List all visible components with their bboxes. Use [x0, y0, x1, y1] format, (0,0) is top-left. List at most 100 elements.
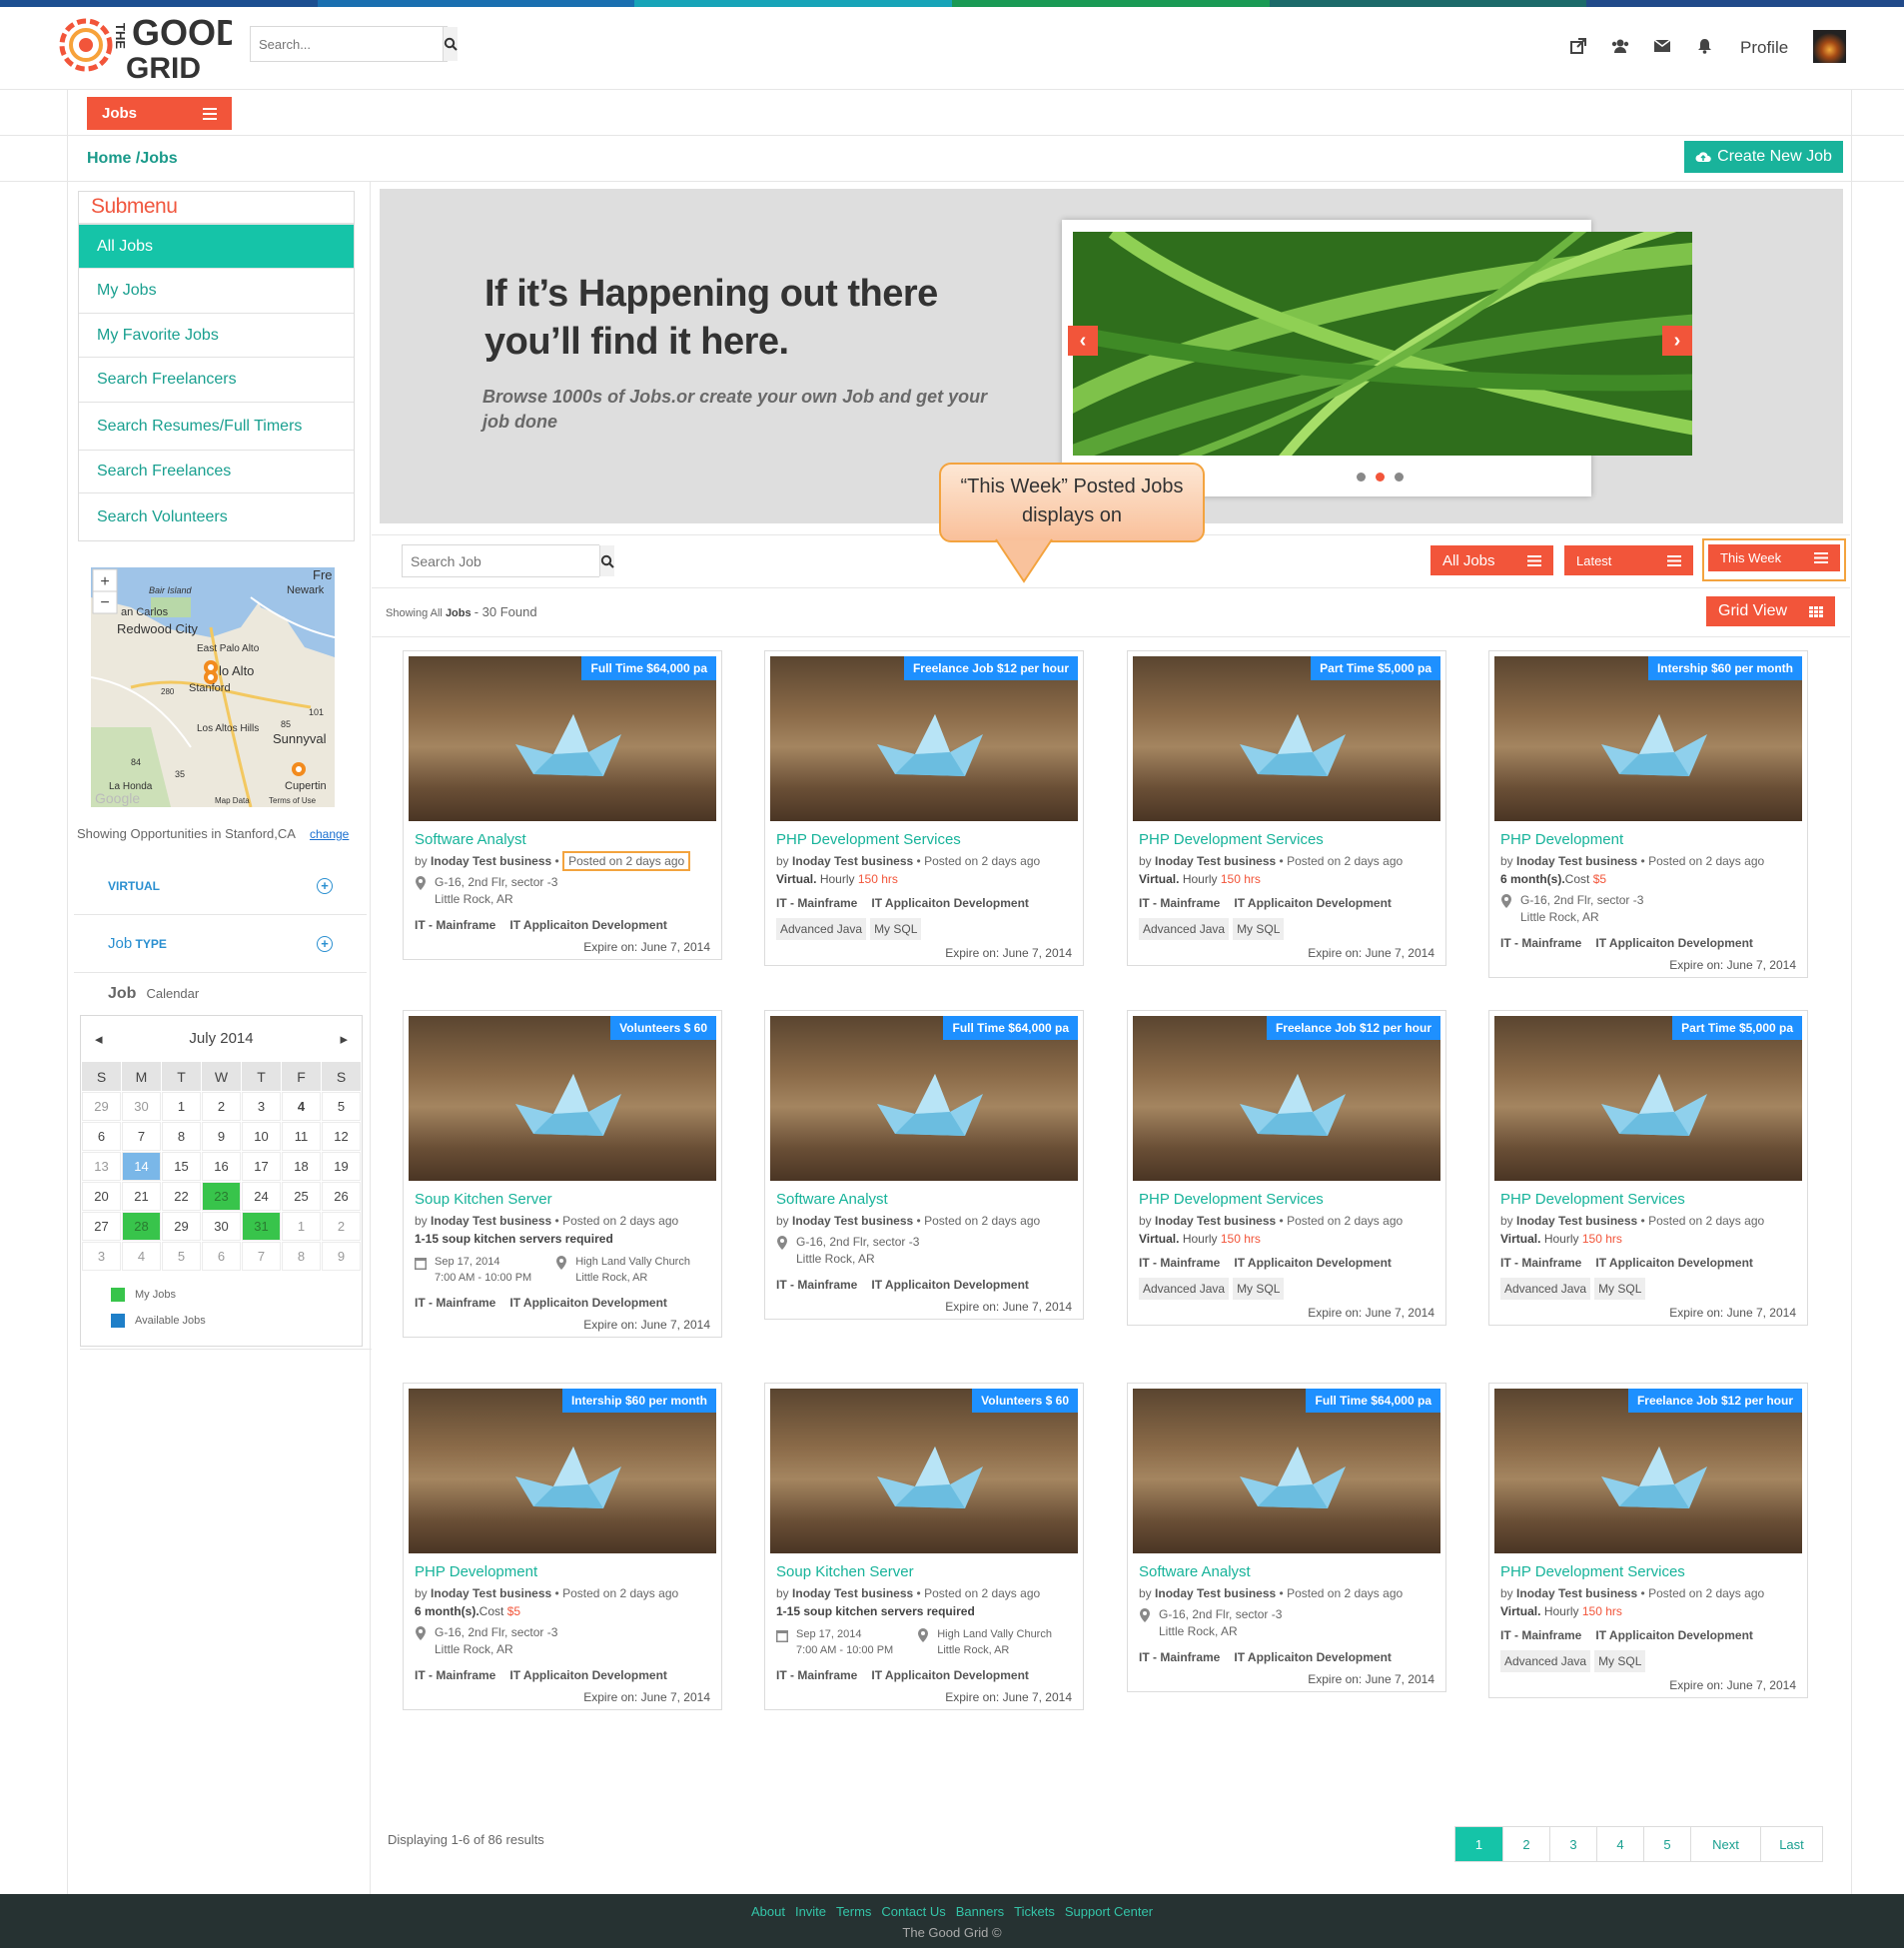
- job-title[interactable]: Software Analyst: [1139, 1563, 1440, 1580]
- job-title[interactable]: Software Analyst: [415, 831, 716, 848]
- job-card[interactable]: Part Time $5,000 pa PHP Development Servi…: [1127, 650, 1446, 966]
- submenu-item-search-freelancers[interactable]: Search Freelancers: [79, 357, 354, 402]
- create-new-job-button[interactable]: Create New Job: [1684, 141, 1843, 173]
- business-name[interactable]: Inoday Test business: [1516, 1214, 1637, 1228]
- business-name[interactable]: Inoday Test business: [792, 854, 913, 868]
- category[interactable]: IT - Mainframe: [776, 1278, 857, 1292]
- avatar[interactable]: [1813, 30, 1846, 63]
- external-link-icon[interactable]: [1568, 36, 1588, 56]
- job-card[interactable]: Volunteers $ 60 Soup Kitchen Server by Ino…: [403, 1010, 722, 1338]
- calendar-day[interactable]: 7: [241, 1241, 282, 1272]
- calendar-day[interactable]: 6: [81, 1121, 122, 1152]
- category[interactable]: IT Applicaiton Development: [1595, 1256, 1753, 1270]
- category[interactable]: IT Applicaiton Development: [871, 1278, 1029, 1292]
- category[interactable]: IT - Mainframe: [1139, 1650, 1220, 1664]
- slider-next-button[interactable]: ›: [1662, 326, 1692, 356]
- filter-this-week[interactable]: This Week: [1708, 544, 1840, 571]
- calendar-day[interactable]: 4: [121, 1241, 162, 1272]
- submenu-item-search-resumes[interactable]: Search Resumes/Full Timers: [79, 402, 354, 450]
- job-search-button[interactable]: [599, 545, 614, 576]
- category[interactable]: IT Applicaiton Development: [871, 896, 1029, 910]
- page-3[interactable]: 3: [1549, 1827, 1596, 1861]
- change-location-link[interactable]: change: [310, 827, 349, 841]
- category[interactable]: IT - Mainframe: [415, 1296, 495, 1310]
- business-name[interactable]: Inoday Test business: [1155, 1214, 1276, 1228]
- calendar-day[interactable]: 26: [321, 1181, 362, 1212]
- calendar-day[interactable]: 2: [201, 1091, 242, 1122]
- bell-icon[interactable]: [1694, 36, 1714, 56]
- calendar-day[interactable]: 24: [241, 1181, 282, 1212]
- footer-link-terms[interactable]: Terms: [836, 1904, 871, 1919]
- category[interactable]: IT - Mainframe: [776, 896, 857, 910]
- skill-tag[interactable]: My SQL: [1233, 1278, 1285, 1300]
- calendar-day[interactable]: 3: [241, 1091, 282, 1122]
- category[interactable]: IT Applicaiton Development: [509, 918, 667, 932]
- job-title[interactable]: PHP Development Services: [1139, 1191, 1440, 1208]
- slider-dot-active[interactable]: [1376, 473, 1385, 482]
- calendar-day[interactable]: 20: [81, 1181, 122, 1212]
- page-1[interactable]: 1: [1455, 1827, 1502, 1861]
- job-title[interactable]: PHP Development Services: [1139, 831, 1440, 848]
- breadcrumb[interactable]: Home /Jobs: [87, 150, 178, 168]
- category[interactable]: IT - Mainframe: [415, 918, 495, 932]
- calendar-day[interactable]: 10: [241, 1121, 282, 1152]
- calendar-day[interactable]: 22: [161, 1181, 202, 1212]
- submenu-item-search-volunteers[interactable]: Search Volunteers: [79, 492, 354, 540]
- job-card[interactable]: Full Time $64,000 pa Software Analyst by I…: [764, 1010, 1084, 1320]
- calendar-day[interactable]: 8: [281, 1241, 322, 1272]
- category[interactable]: IT - Mainframe: [1500, 1628, 1581, 1642]
- skill-tag[interactable]: Advanced Java: [1139, 1278, 1230, 1300]
- footer-link-tickets[interactable]: Tickets: [1014, 1904, 1055, 1919]
- jobs-menu-button[interactable]: Jobs: [87, 97, 232, 130]
- job-title[interactable]: PHP Development Services: [776, 831, 1078, 848]
- skill-tag[interactable]: Advanced Java: [1139, 918, 1230, 940]
- job-card[interactable]: Intership $60 per month PHP Development by…: [403, 1383, 722, 1710]
- filter-all-jobs[interactable]: All Jobs: [1430, 545, 1553, 575]
- location-map[interactable]: Fre Newark Bair Island an Carlos Redwood…: [91, 567, 335, 807]
- slider-dot[interactable]: [1357, 473, 1366, 482]
- submenu-item-search-freelances[interactable]: Search Freelances: [79, 450, 354, 492]
- calendar-next-button[interactable]: ▸: [340, 1030, 348, 1048]
- business-name[interactable]: Inoday Test business: [431, 1586, 551, 1600]
- category[interactable]: IT - Mainframe: [1139, 1256, 1220, 1270]
- category[interactable]: IT Applicaiton Development: [871, 1668, 1029, 1682]
- calendar-day[interactable]: 18: [281, 1151, 322, 1182]
- calendar-day[interactable]: 15: [161, 1151, 202, 1182]
- skill-tag[interactable]: Advanced Java: [1500, 1650, 1591, 1672]
- page-last[interactable]: Last: [1760, 1827, 1822, 1861]
- calendar-day[interactable]: 28: [121, 1211, 162, 1242]
- calendar-day[interactable]: 8: [161, 1121, 202, 1152]
- calendar-day[interactable]: 5: [161, 1241, 202, 1272]
- page-2[interactable]: 2: [1502, 1827, 1549, 1861]
- grid-view-button[interactable]: Grid View: [1706, 596, 1835, 626]
- footer-link-banners[interactable]: Banners: [956, 1904, 1004, 1919]
- calendar-day[interactable]: 21: [121, 1181, 162, 1212]
- profile-link[interactable]: Profile: [1740, 38, 1788, 58]
- business-name[interactable]: Inoday Test business: [1155, 854, 1276, 868]
- calendar-day[interactable]: 30: [121, 1091, 162, 1122]
- job-card[interactable]: Part Time $5,000 pa PHP Development Servi…: [1488, 1010, 1808, 1326]
- calendar-day[interactable]: 13: [81, 1151, 122, 1182]
- business-name[interactable]: Inoday Test business: [431, 854, 551, 868]
- job-title[interactable]: Software Analyst: [776, 1191, 1078, 1208]
- job-title[interactable]: Soup Kitchen Server: [415, 1191, 716, 1208]
- category[interactable]: IT Applicaiton Development: [509, 1668, 667, 1682]
- business-name[interactable]: Inoday Test business: [1155, 1586, 1276, 1600]
- users-icon[interactable]: [1610, 36, 1630, 56]
- calendar-day[interactable]: 14: [121, 1151, 162, 1182]
- job-card[interactable]: Freelance Job $12 per hour PHP Developmen…: [764, 650, 1084, 966]
- search-button[interactable]: [443, 27, 458, 61]
- category[interactable]: IT - Mainframe: [1500, 1256, 1581, 1270]
- calendar-day[interactable]: 16: [201, 1151, 242, 1182]
- job-card[interactable]: Full Time $64,000 pa Software Analyst by I…: [1127, 1383, 1446, 1692]
- business-name[interactable]: Inoday Test business: [431, 1214, 551, 1228]
- calendar-day[interactable]: 7: [121, 1121, 162, 1152]
- calendar-day[interactable]: 29: [161, 1211, 202, 1242]
- map-zoom-in[interactable]: +: [100, 573, 109, 590]
- calendar-day[interactable]: 11: [281, 1121, 322, 1152]
- calendar-day[interactable]: 9: [201, 1121, 242, 1152]
- category[interactable]: IT Applicaiton Development: [1595, 936, 1753, 950]
- slider-prev-button[interactable]: ‹: [1068, 326, 1098, 356]
- plus-circle-icon[interactable]: +: [317, 935, 333, 952]
- calendar-day[interactable]: 31: [241, 1211, 282, 1242]
